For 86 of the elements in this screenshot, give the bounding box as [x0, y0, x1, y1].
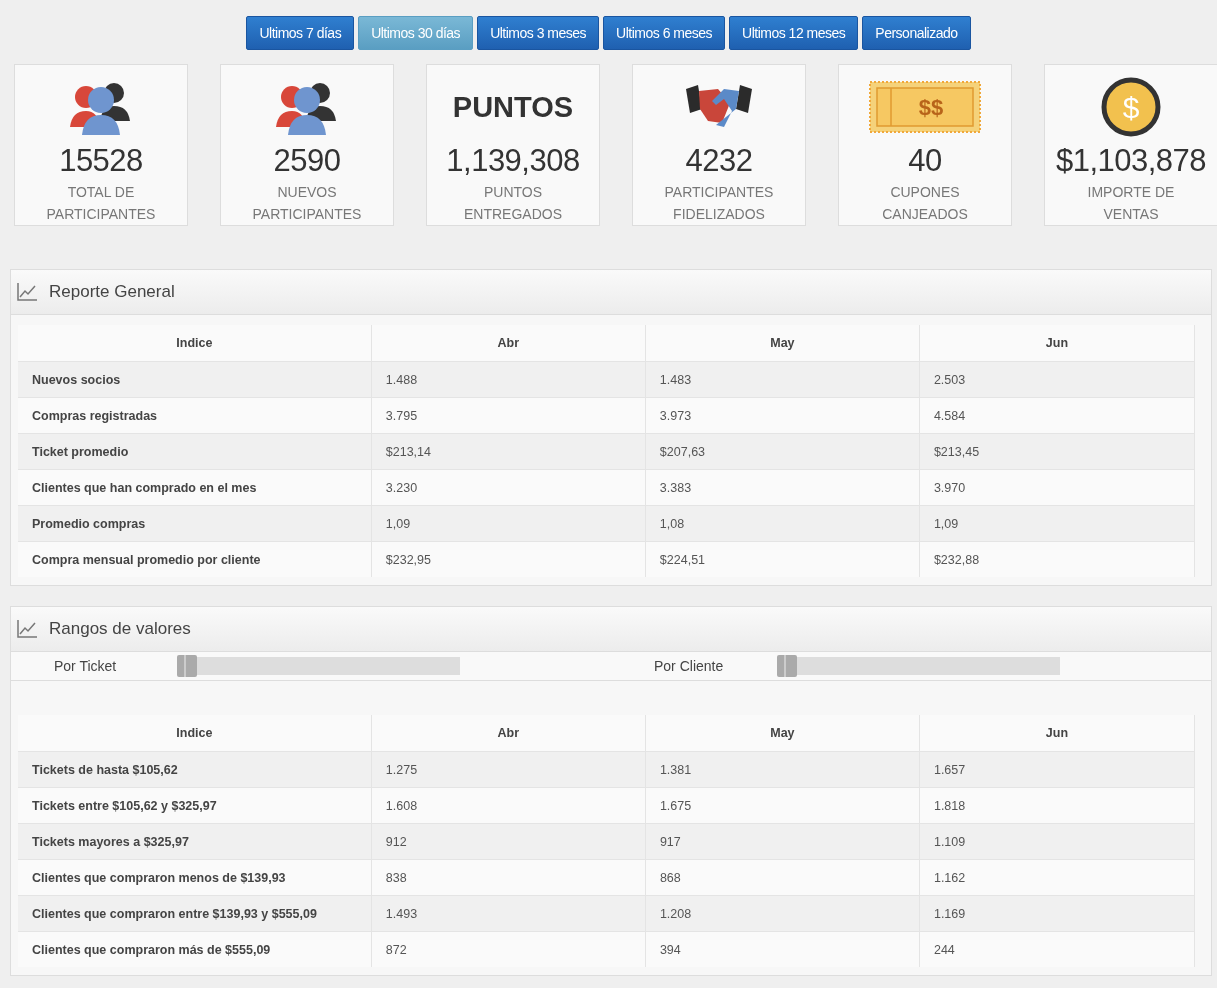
stat-value: 1,139,308 — [446, 143, 580, 179]
range-slider[interactable] — [776, 657, 1060, 675]
slider-label: Por Cliente — [653, 658, 725, 674]
date-range-button[interactable]: Personalizado — [862, 16, 971, 50]
coupon-text: $$ — [918, 95, 944, 120]
line-chart-icon — [17, 283, 37, 301]
stat-value: 15528 — [59, 143, 143, 179]
column-header: Jun — [919, 325, 1195, 362]
stat-value: 2590 — [273, 143, 341, 179]
table-cell: $224,51 — [645, 541, 920, 577]
stat-label: PUNTOS ENTREGADOS — [463, 183, 563, 224]
table-cell: 1,09 — [919, 505, 1195, 542]
row-label: Clientes que compraron menos de $139,93 — [18, 859, 372, 896]
table-cell: 1.483 — [645, 361, 920, 398]
stat-label: IMPORTE DE VENTAS — [1086, 183, 1176, 224]
table-cell: 872 — [371, 931, 646, 967]
table-cell: 3.795 — [371, 397, 646, 434]
table-cell: 1.275 — [371, 751, 646, 788]
table-cell: 1.608 — [371, 787, 646, 824]
column-header: May — [645, 325, 920, 362]
date-range-button[interactable]: Ultimos 6 meses — [603, 16, 726, 50]
row-label: Compras registradas — [18, 397, 372, 434]
table-cell: 912 — [371, 823, 646, 860]
table-cell: 1.381 — [645, 751, 920, 788]
slider-label: Por Ticket — [53, 658, 118, 674]
table-cell: $213,45 — [919, 433, 1195, 470]
column-header: May — [645, 715, 920, 752]
table-cell: 3.973 — [645, 397, 920, 434]
column-header: Jun — [919, 715, 1195, 752]
table-cell: 868 — [645, 859, 920, 896]
row-label: Compra mensual promedio por cliente — [18, 541, 372, 577]
coin-symbol: $ — [1122, 91, 1140, 124]
table-cell: 2.503 — [919, 361, 1195, 398]
stat-label: PARTICIPANTES FIDELIZADOS — [663, 183, 775, 224]
table-cell: 3.970 — [919, 469, 1195, 506]
date-range-button[interactable]: Ultimos 7 días — [246, 16, 355, 50]
row-label: Clientes que compraron más de $555,09 — [18, 931, 372, 967]
panel-title: Reporte General — [49, 282, 175, 302]
table-cell: 1.162 — [919, 859, 1195, 896]
range-slider[interactable] — [176, 657, 460, 675]
row-label: Tickets mayores a $325,97 — [18, 823, 372, 860]
row-label: Ticket promedio — [18, 433, 372, 470]
row-label: Nuevos socios — [18, 361, 372, 398]
table-cell: 1.818 — [919, 787, 1195, 824]
table-cell: 4.584 — [919, 397, 1195, 434]
table-cell: 1.208 — [645, 895, 920, 932]
date-range-button[interactable]: Ultimos 3 meses — [477, 16, 600, 50]
line-chart-icon — [17, 620, 37, 638]
table-cell: 1,09 — [371, 505, 646, 542]
column-header: Indice — [18, 325, 372, 362]
table-cell: 1.675 — [645, 787, 920, 824]
table-cell: 1.488 — [371, 361, 646, 398]
table-cell: 3.230 — [371, 469, 646, 506]
table-cell: 244 — [919, 931, 1195, 967]
row-label: Tickets entre $105,62 y $325,97 — [18, 787, 372, 824]
stat-label: NUEVOS PARTICIPANTES — [251, 183, 363, 224]
column-header: Indice — [18, 715, 372, 752]
table-cell: $232,88 — [919, 541, 1195, 577]
column-header: Abr — [371, 715, 646, 752]
column-header: Abr — [371, 325, 646, 362]
table-cell: 1.657 — [919, 751, 1195, 788]
stat-value: 40 — [908, 143, 942, 179]
table-cell: 1,08 — [645, 505, 920, 542]
table-cell: 1.493 — [371, 895, 646, 932]
row-label: Promedio compras — [18, 505, 372, 542]
panel-title: Rangos de valores — [49, 619, 191, 639]
stat-label: TOTAL DE PARTICIPANTES — [45, 183, 157, 224]
row-label: Tickets de hasta $105,62 — [18, 751, 372, 788]
table-cell: 1.109 — [919, 823, 1195, 860]
table-cell: 3.383 — [645, 469, 920, 506]
slider-handle[interactable] — [176, 655, 197, 677]
table-cell: 917 — [645, 823, 920, 860]
table-cell: $207,63 — [645, 433, 920, 470]
stat-label: CUPONES CANJEADOS — [881, 183, 969, 224]
table-cell: 1.169 — [919, 895, 1195, 932]
date-range-button[interactable]: Ultimos 12 meses — [729, 16, 859, 50]
stat-value: $1,103,878 — [1055, 143, 1207, 179]
table-cell: $232,95 — [371, 541, 646, 577]
row-label: Clientes que compraron entre $139,93 y $555,09 — [18, 895, 372, 932]
table-cell: 838 — [371, 859, 646, 896]
icon-title: PUNTOS — [452, 90, 574, 124]
slider-handle[interactable] — [776, 655, 797, 677]
row-label: Clientes que han comprado en el mes — [18, 469, 372, 506]
stat-value: 4232 — [685, 143, 753, 179]
table-cell: 394 — [645, 931, 920, 967]
table-cell: $213,14 — [371, 433, 646, 470]
